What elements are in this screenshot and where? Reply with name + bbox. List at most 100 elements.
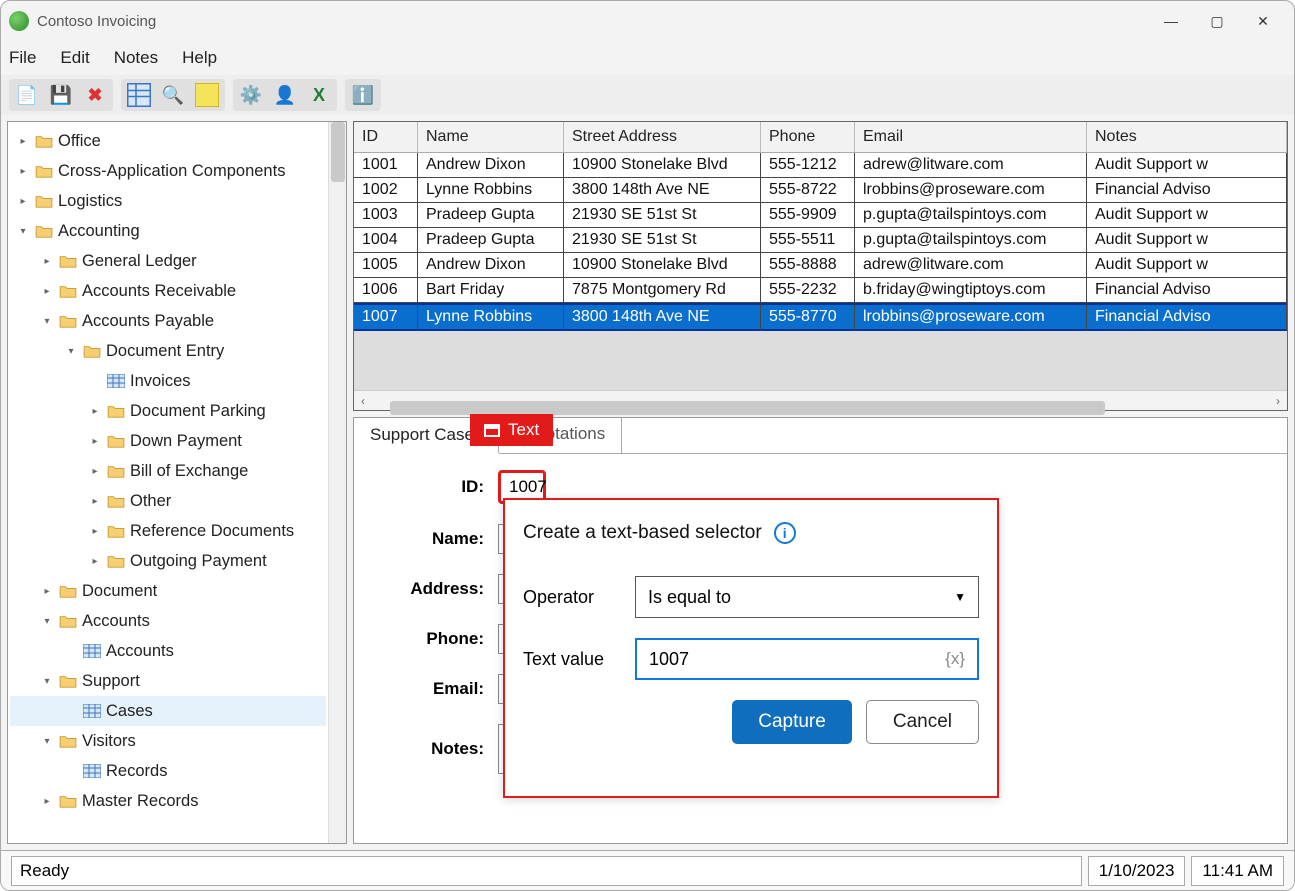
grid-icon[interactable] xyxy=(127,83,151,107)
expand-closed-icon[interactable]: ▸ xyxy=(40,586,54,597)
variable-hint[interactable]: {x} xyxy=(945,649,965,669)
tree-item[interactable]: Cases xyxy=(10,696,326,726)
cell: Lynne Robbins xyxy=(418,178,564,203)
expand-open-icon[interactable]: ▾ xyxy=(64,346,78,357)
table-row[interactable]: 1007Lynne Robbins3800 148th Ave NE555-87… xyxy=(354,303,1287,331)
note-icon[interactable] xyxy=(195,83,219,107)
tree-item-label: General Ledger xyxy=(82,252,197,271)
save-icon[interactable]: 💾 xyxy=(49,83,73,107)
tree-item[interactable]: ▾Accounting xyxy=(10,216,326,246)
expand-closed-icon[interactable]: ▸ xyxy=(16,196,30,207)
menu-edit[interactable]: Edit xyxy=(60,48,89,68)
table-row[interactable]: 1004Pradeep Gupta21930 SE 51st St555-551… xyxy=(354,228,1287,253)
expand-closed-icon[interactable]: ▸ xyxy=(16,166,30,177)
tree-item[interactable]: ▸Accounts Receivable xyxy=(10,276,326,306)
info-icon[interactable]: ℹ️ xyxy=(351,83,375,107)
tree-scrollbar[interactable] xyxy=(328,122,346,843)
table-row[interactable]: 1003Pradeep Gupta21930 SE 51st St555-990… xyxy=(354,203,1287,228)
new-icon[interactable]: 📄 xyxy=(15,83,39,107)
cell: 555-8770 xyxy=(761,303,855,331)
tree-item[interactable]: ▸Cross-Application Components xyxy=(10,156,326,186)
text-value-input[interactable]: 1007 {x} xyxy=(635,638,979,680)
expand-closed-icon[interactable]: ▸ xyxy=(88,556,102,567)
cancel-button[interactable]: Cancel xyxy=(866,700,979,744)
operator-label: Operator xyxy=(523,587,635,608)
column-header[interactable]: Email xyxy=(855,122,1087,153)
column-header[interactable]: Phone xyxy=(761,122,855,153)
cell: p.gupta@tailspintoys.com xyxy=(855,203,1087,228)
column-header[interactable]: Notes xyxy=(1087,122,1287,153)
column-header[interactable]: ID xyxy=(354,122,418,153)
settings-icon[interactable]: ⚙️ xyxy=(239,83,263,107)
expand-closed-icon[interactable]: ▸ xyxy=(40,256,54,267)
search-icon[interactable]: 🔍 xyxy=(161,83,185,107)
tree-item-label: Visitors xyxy=(82,732,136,751)
maximize-button[interactable]: ▢ xyxy=(1194,5,1240,37)
menu-notes[interactable]: Notes xyxy=(114,48,158,68)
menu-file[interactable]: File xyxy=(9,48,36,68)
cell: 10900 Stonelake Blvd xyxy=(564,253,761,278)
cell: 555-2232 xyxy=(761,278,855,303)
expand-closed-icon[interactable]: ▸ xyxy=(16,136,30,147)
table-row[interactable]: 1006Bart Friday7875 Montgomery Rd555-223… xyxy=(354,278,1287,303)
expand-closed-icon[interactable]: ▸ xyxy=(88,496,102,507)
tree-item-label: Logistics xyxy=(58,192,122,211)
minimize-button[interactable]: — xyxy=(1148,5,1194,37)
tree-item[interactable]: ▸ Logistics xyxy=(10,186,326,216)
tree-item[interactable]: Records xyxy=(10,756,326,786)
tree-item[interactable]: ▸Document xyxy=(10,576,326,606)
tree-item[interactable]: ▾Accounts Payable xyxy=(10,306,326,336)
grid-h-scrollbar[interactable]: ‹› xyxy=(354,390,1287,410)
cell: 7875 Montgomery Rd xyxy=(564,278,761,303)
folder-icon xyxy=(34,194,54,208)
delete-icon[interactable]: ✖ xyxy=(83,83,107,107)
expand-open-icon[interactable]: ▾ xyxy=(16,226,30,237)
table-row[interactable]: 1001Andrew Dixon10900 Stonelake Blvd555-… xyxy=(354,153,1287,178)
tree-item[interactable]: ▸ General Ledger xyxy=(10,246,326,276)
user-icon[interactable]: 👤 xyxy=(273,83,297,107)
cell: 1007 xyxy=(354,303,418,331)
tree-item[interactable]: ▸Office xyxy=(10,126,326,156)
table-row[interactable]: 1002Lynne Robbins3800 148th Ave NE555-87… xyxy=(354,178,1287,203)
window-icon xyxy=(484,424,500,437)
expand-open-icon[interactable]: ▾ xyxy=(40,316,54,327)
menu-help[interactable]: Help xyxy=(182,48,217,68)
tree-item[interactable]: ▸Outgoing Payment xyxy=(10,546,326,576)
folder-icon xyxy=(58,284,78,298)
expand-closed-icon[interactable]: ▸ xyxy=(40,286,54,297)
cell: Pradeep Gupta xyxy=(418,228,564,253)
expand-closed-icon[interactable]: ▸ xyxy=(88,406,102,417)
close-button[interactable]: ✕ xyxy=(1240,5,1286,37)
operator-select[interactable]: Is equal to ▼ xyxy=(635,576,979,618)
expand-closed-icon[interactable]: ▸ xyxy=(88,436,102,447)
tree-item[interactable]: ▸Other xyxy=(10,486,326,516)
tree-item[interactable]: ▸Master Records xyxy=(10,786,326,816)
cell: Andrew Dixon xyxy=(418,253,564,278)
folder-icon xyxy=(106,404,126,418)
tree-item[interactable]: ▾Accounts xyxy=(10,606,326,636)
info-icon[interactable]: i xyxy=(774,522,796,544)
column-header[interactable]: Name xyxy=(418,122,564,153)
expand-closed-icon[interactable]: ▸ xyxy=(88,526,102,537)
tree-item[interactable]: ▾ Visitors xyxy=(10,726,326,756)
capture-button[interactable]: Capture xyxy=(732,700,852,744)
expand-closed-icon[interactable]: ▸ xyxy=(40,796,54,807)
tree-item[interactable]: ▾Support xyxy=(10,666,326,696)
tree-item[interactable]: Invoices xyxy=(10,366,326,396)
excel-icon[interactable]: X xyxy=(307,83,331,107)
tree-item[interactable]: ▸Reference Documents xyxy=(10,516,326,546)
tree-item[interactable]: Accounts xyxy=(10,636,326,666)
tree-item[interactable]: ▸Document Parking xyxy=(10,396,326,426)
expand-open-icon[interactable]: ▾ xyxy=(40,736,54,747)
expand-open-icon[interactable]: ▾ xyxy=(40,676,54,687)
tree-item[interactable]: ▸Down Payment xyxy=(10,426,326,456)
text-selector-badge[interactable]: Text xyxy=(470,414,553,446)
table-row[interactable]: 1005Andrew Dixon10900 Stonelake Blvd555-… xyxy=(354,253,1287,278)
tree-item[interactable]: ▾Document Entry xyxy=(10,336,326,366)
expand-closed-icon[interactable]: ▸ xyxy=(88,466,102,477)
folder-icon xyxy=(58,734,78,748)
cell: p.gupta@tailspintoys.com xyxy=(855,228,1087,253)
tree-item[interactable]: ▸Bill of Exchange xyxy=(10,456,326,486)
expand-open-icon[interactable]: ▾ xyxy=(40,616,54,627)
column-header[interactable]: Street Address xyxy=(564,122,761,153)
